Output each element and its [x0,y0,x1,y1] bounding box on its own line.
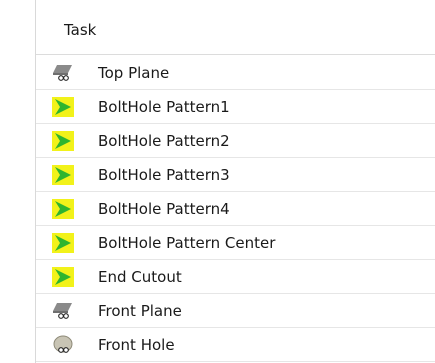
task-row-bolthole-pattern1[interactable]: BoltHole Pattern1 [36,90,435,124]
task-row-label: BoltHole Pattern2 [98,132,230,150]
plane-icon [52,63,74,83]
task-list-panel: Task Top Plane BoltHole Pattern1 BoltHol… [0,0,435,363]
play-arrow-icon [52,233,74,253]
task-row-label: Front Plane [98,302,182,320]
task-row-label: End Cutout [98,268,182,286]
plane-icon [52,301,74,321]
task-row-bolthole-pattern4[interactable]: BoltHole Pattern4 [36,192,435,226]
task-row-label: Top Plane [98,64,170,82]
task-row-end-cutout[interactable]: End Cutout [36,260,435,294]
play-arrow-icon [52,131,74,151]
task-row-front-hole[interactable]: Front Hole [36,328,435,362]
task-row-front-plane[interactable]: Front Plane [36,294,435,328]
task-column-header-label: Task [64,21,97,39]
task-rows: Top Plane BoltHole Pattern1 BoltHole Pat… [36,56,435,362]
task-row-label: BoltHole Pattern1 [98,98,230,116]
task-row-bolthole-pattern3[interactable]: BoltHole Pattern3 [36,158,435,192]
task-row-label: BoltHole Pattern3 [98,166,230,184]
task-row-top-plane[interactable]: Top Plane [36,56,435,90]
play-arrow-icon [52,97,74,117]
play-arrow-icon [52,267,74,287]
task-row-label: BoltHole Pattern Center [98,234,276,252]
task-row-label: Front Hole [98,336,175,354]
play-arrow-icon [52,165,74,185]
task-row-bolthole-pattern2[interactable]: BoltHole Pattern2 [36,124,435,158]
task-column-header[interactable]: Task [36,0,435,55]
task-row-label: BoltHole Pattern4 [98,200,230,218]
hole-icon [52,335,74,355]
play-arrow-icon [52,199,74,219]
task-row-bolthole-pattern-center[interactable]: BoltHole Pattern Center [36,226,435,260]
